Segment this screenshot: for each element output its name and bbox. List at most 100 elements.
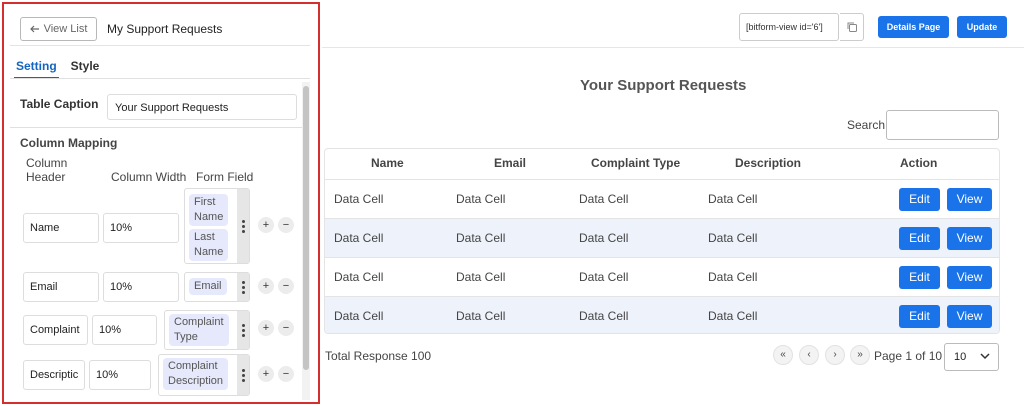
table-row: Data Cell Data Cell Data Cell Data Cell …: [325, 218, 999, 257]
table-row: Data Cell Data Cell Data Cell Data Cell …: [325, 257, 999, 296]
view-list-label: View List: [43, 23, 88, 35]
view-button[interactable]: View: [947, 227, 992, 250]
edit-button[interactable]: Edit: [899, 227, 940, 250]
view-button[interactable]: View: [947, 305, 992, 328]
tab-setting[interactable]: Setting: [14, 59, 59, 79]
column-header-input[interactable]: Descriptic: [23, 360, 85, 390]
remove-column-button[interactable]: −: [278, 217, 294, 233]
chip-line: Complaint: [168, 360, 218, 372]
section-divider: [10, 127, 302, 128]
table-cell: Data Cell: [579, 231, 629, 245]
field-chip[interactable]: First Name: [189, 194, 229, 226]
column-header-input[interactable]: Complaint: [23, 315, 88, 345]
column-width-heading: Column Width: [111, 170, 187, 184]
page-size-value: 10: [954, 351, 967, 363]
add-column-button[interactable]: +: [258, 278, 274, 294]
table-row: Data Cell Data Cell Data Cell Data Cell …: [325, 179, 999, 218]
view-button[interactable]: View: [947, 188, 992, 211]
page-size-select[interactable]: 10: [944, 343, 999, 371]
table-cell: Data Cell: [579, 270, 629, 284]
view-list-button[interactable]: View List: [20, 17, 97, 41]
column-width-input[interactable]: 10%: [92, 315, 157, 345]
update-button[interactable]: Update: [957, 16, 1007, 38]
column-header: Complaint Type: [591, 156, 681, 170]
chip-line: Name: [194, 211, 224, 223]
table-cell: Data Cell: [334, 231, 384, 245]
column-header: Name: [371, 156, 404, 170]
settings-panel: View List My Support Requests Setting St…: [2, 2, 320, 404]
add-column-button[interactable]: +: [258, 320, 274, 336]
remove-column-button[interactable]: −: [278, 366, 294, 382]
table-cell: Data Cell: [456, 270, 506, 284]
form-field-select[interactable]: Email: [184, 272, 250, 302]
page-info: Page 1 of 10: [874, 349, 943, 363]
column-mapping-title: Column Mapping: [20, 136, 118, 150]
tabs-divider: [10, 78, 310, 79]
table-cell: Data Cell: [708, 192, 758, 206]
support-requests-table: Name Email Complaint Type Description Ac…: [324, 148, 1000, 334]
table-cell: Data Cell: [334, 309, 384, 323]
column-header-line-1: Column: [26, 156, 68, 170]
table-cell: Data Cell: [579, 192, 629, 206]
table-cell: Data Cell: [708, 270, 758, 284]
add-column-button[interactable]: +: [258, 366, 274, 382]
edit-button[interactable]: Edit: [899, 266, 940, 289]
toolbar-divider: [322, 47, 1024, 48]
last-page-button[interactable]: »: [850, 345, 870, 365]
details-page-button[interactable]: Details Page: [878, 16, 949, 38]
total-response: Total Response 100: [325, 349, 432, 363]
column-header-line-2: Header: [26, 170, 66, 184]
field-chip[interactable]: Complaint Type: [169, 314, 229, 346]
chip-line: Last: [194, 231, 215, 243]
field-chip[interactable]: Email: [189, 278, 227, 295]
column-header: Email: [494, 156, 527, 170]
column-header-heading: Column Header: [26, 156, 67, 184]
table-cell: Data Cell: [579, 309, 629, 323]
edit-button[interactable]: Edit: [899, 305, 940, 328]
chip-line: First: [194, 196, 216, 208]
chip-line: Name: [194, 246, 224, 258]
table-cell: Data Cell: [456, 231, 506, 245]
next-page-button[interactable]: ›: [825, 345, 845, 365]
add-column-button[interactable]: +: [258, 217, 274, 233]
panel-scrollbar-thumb[interactable]: [303, 86, 309, 370]
column-header: Description: [735, 156, 802, 170]
kebab-icon[interactable]: [237, 189, 249, 263]
chevron-down-icon: [980, 353, 990, 360]
column-width-input[interactable]: 10%: [103, 213, 179, 243]
field-chip[interactable]: Last Name: [189, 229, 229, 261]
kebab-icon[interactable]: [237, 311, 249, 349]
table-cell: Data Cell: [708, 309, 758, 323]
copy-shortcode-button[interactable]: [840, 13, 864, 41]
column-width-input[interactable]: 10%: [89, 360, 151, 390]
form-field-select[interactable]: First Name Last Name: [184, 188, 250, 264]
prev-page-button[interactable]: ‹: [799, 345, 819, 365]
chip-line: Description: [168, 375, 224, 387]
first-page-button[interactable]: «: [773, 345, 793, 365]
table-title: Your Support Requests: [580, 77, 747, 94]
form-title: My Support Requests: [107, 22, 223, 36]
chip-line: Complaint: [174, 316, 224, 328]
table-caption-input[interactable]: Your Support Requests: [107, 94, 297, 120]
form-field-select[interactable]: Complaint Description: [158, 354, 250, 396]
field-chip[interactable]: Complaint Description: [163, 358, 229, 390]
table-cell: Data Cell: [334, 270, 384, 284]
search-input[interactable]: [886, 110, 999, 140]
column-width-input[interactable]: 10%: [103, 272, 179, 302]
kebab-icon[interactable]: [237, 273, 249, 301]
column-header-input[interactable]: Email: [23, 272, 99, 302]
table-caption-label: Table Caption: [20, 97, 99, 111]
remove-column-button[interactable]: −: [278, 278, 294, 294]
form-field-heading: Form Field: [196, 170, 254, 184]
edit-button[interactable]: Edit: [899, 188, 940, 211]
search-label: Search: [847, 118, 886, 132]
column-header-input[interactable]: Name: [23, 213, 99, 243]
view-button[interactable]: View: [947, 266, 992, 289]
table-cell: Data Cell: [334, 192, 384, 206]
shortcode-field[interactable]: [bitform-view id='6']: [739, 13, 839, 41]
remove-column-button[interactable]: −: [278, 320, 294, 336]
table-row: Data Cell Data Cell Data Cell Data Cell …: [325, 296, 999, 333]
table-cell: Data Cell: [456, 309, 506, 323]
kebab-icon[interactable]: [237, 355, 249, 395]
form-field-select[interactable]: Complaint Type: [164, 310, 250, 350]
